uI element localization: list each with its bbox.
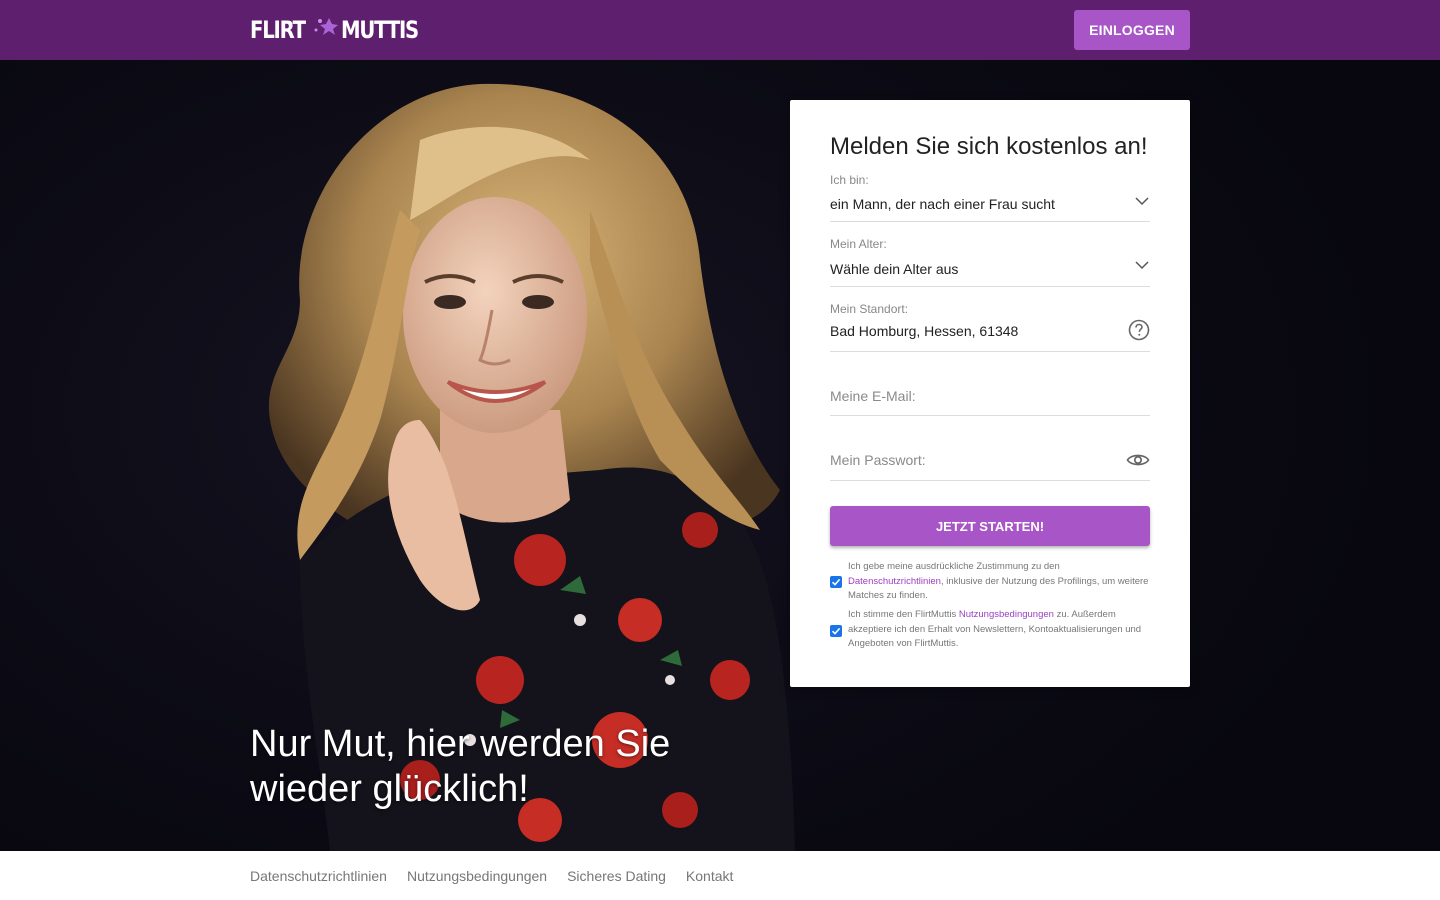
login-button[interactable]: EINLOGGEN [1074,10,1190,50]
top-navigation-bar: FLIRT MUTTIS EINLOGGEN [0,0,1440,60]
iam-value: ein Mann, der nach einer Frau sucht [830,196,1055,212]
start-registration-button[interactable]: JETZT STARTEN! [830,506,1150,546]
terms-consent-checkbox[interactable] [830,625,842,637]
footer-links: Datenschutzrichtlinien Nutzungsbedingung… [250,868,733,884]
age-label: Mein Alter: [830,237,887,251]
footer: Datenschutzrichtlinien Nutzungsbedingung… [0,851,1440,900]
terms-consent-text-before: Ich stimme den FlirtMuttis [848,609,959,620]
iam-select[interactable]: Ich bin: ein Mann, der nach einer Frau s… [830,172,1150,222]
terms-of-use-link[interactable]: Nutzungsbedingungen [959,609,1054,620]
checkmark-icon [831,627,841,635]
hero-headline-line-1: Nur Mut, hier werden Sie [250,723,671,765]
email-placeholder: Meine E-Mail: [830,388,916,404]
registration-form: Melden Sie sich kostenlos an! Ich bin: e… [790,100,1190,687]
logo-text-muttis: MUTTIS [340,16,419,44]
question-circle-icon[interactable] [1128,319,1150,341]
eye-icon[interactable] [1126,451,1150,469]
hero-headline: Nur Mut, hier werden Sie wieder glücklic… [250,722,770,812]
age-value: Wähle dein Alter aus [830,261,959,277]
footer-link-contact[interactable]: Kontakt [686,868,733,884]
privacy-consent-text-before: Ich gebe meine ausdrückliche Zustimmung … [848,561,1060,572]
privacy-consent-checkbox[interactable] [830,576,842,588]
password-field[interactable]: Mein Passwort: [830,442,1150,481]
form-title: Melden Sie sich kostenlos an! [830,133,1148,160]
location-input[interactable]: Mein Standort: Bad Homburg, Hessen, 6134… [830,301,1150,352]
flirtmuttis-logo[interactable]: FLIRT MUTTIS [250,10,435,50]
footer-link-privacy[interactable]: Datenschutzrichtlinien [250,868,387,884]
hero-headline-line-2: wieder glücklich! [250,768,529,810]
privacy-consent-text: Ich gebe meine ausdrückliche Zustimmung … [848,560,1150,604]
location-value: Bad Homburg, Hessen, 61348 [830,323,1019,339]
location-label: Mein Standort: [830,302,909,316]
iam-label: Ich bin: [830,173,869,187]
chevron-down-icon[interactable] [1134,196,1150,206]
checkmark-icon [831,578,841,586]
email-field[interactable]: Meine E-Mail: [830,378,1150,416]
footer-link-terms[interactable]: Nutzungsbedingungen [407,868,547,884]
age-select[interactable]: Mein Alter: Wähle dein Alter aus [830,236,1150,287]
chevron-down-icon[interactable] [1134,260,1150,270]
logo-text-flirt: FLIRT [250,16,306,44]
terms-consent: Ich stimme den FlirtMuttis Nutzungsbedin… [830,608,1150,652]
terms-consent-text: Ich stimme den FlirtMuttis Nutzungsbedin… [848,608,1150,652]
footer-link-safe-dating[interactable]: Sicheres Dating [567,868,666,884]
privacy-consent: Ich gebe meine ausdrückliche Zustimmung … [830,560,1150,604]
password-placeholder: Mein Passwort: [830,452,926,468]
hero-section: Nur Mut, hier werden Sie wieder glücklic… [0,60,1440,851]
privacy-policy-link[interactable]: Datenschutzrichtlinien [848,576,941,587]
